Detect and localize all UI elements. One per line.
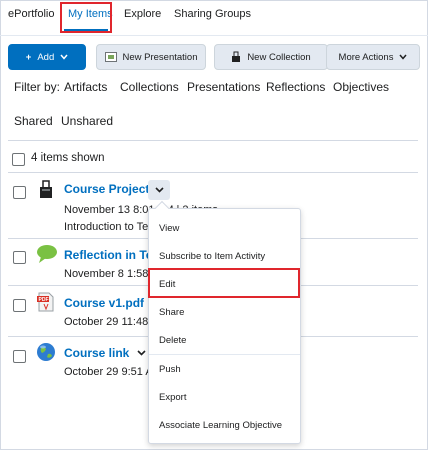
chevron-down-icon xyxy=(60,54,68,60)
more-actions-button[interactable]: More Actions xyxy=(326,44,420,70)
new-collection-label: New Collection xyxy=(247,51,311,63)
new-presentation-label: New Presentation xyxy=(122,51,198,63)
chevron-down-icon[interactable] xyxy=(137,350,146,356)
item-actions-menu: View Subscribe to Item Activity Edit Sha… xyxy=(148,200,301,444)
item-title-course-link[interactable]: Course link xyxy=(64,346,129,360)
item-title-reflection[interactable]: Reflection in Tec xyxy=(64,248,159,262)
menu-item-push[interactable]: Push xyxy=(159,364,181,375)
filter-reflections[interactable]: Reflections xyxy=(266,80,325,94)
item-checkbox[interactable] xyxy=(13,299,26,312)
add-label: Add xyxy=(37,51,55,63)
items-count: 4 items shown xyxy=(31,152,105,164)
menu-separator xyxy=(149,354,300,355)
menu-item-delete[interactable]: Delete xyxy=(159,335,186,346)
pdf-file-icon: PDF xyxy=(37,292,54,312)
edit-highlight-box xyxy=(148,268,300,298)
new-collection-button[interactable]: New Collection xyxy=(214,44,328,70)
more-actions-label: More Actions xyxy=(338,51,394,63)
svg-text:PDF: PDF xyxy=(39,297,49,303)
menu-item-export[interactable]: Export xyxy=(159,392,186,403)
plus-icon: + xyxy=(25,51,32,63)
item-description: Introduction to Te xyxy=(64,221,149,233)
filter-label: Filter by: xyxy=(14,80,61,94)
tab-eportfolio[interactable]: ePortfolio xyxy=(8,8,54,20)
new-presentation-button[interactable]: New Presentation xyxy=(96,44,206,70)
filter-shared[interactable]: Shared xyxy=(14,114,53,128)
binder-clip-icon xyxy=(40,180,52,198)
select-all-checkbox[interactable] xyxy=(12,153,25,166)
filter-artifacts[interactable]: Artifacts xyxy=(64,80,107,94)
item-checkbox[interactable] xyxy=(13,350,26,363)
item-date: October 29 9:51 A xyxy=(64,366,153,378)
my-items-highlight-box xyxy=(60,2,112,33)
divider xyxy=(8,140,418,141)
chevron-down-icon xyxy=(399,54,408,60)
menu-item-share[interactable]: Share xyxy=(159,307,184,318)
divider xyxy=(8,172,418,173)
globe-icon xyxy=(37,343,55,361)
menu-item-associate-objective[interactable]: Associate Learning Objective xyxy=(159,420,282,431)
menu-item-view[interactable]: View xyxy=(159,223,179,234)
item-title-course-pdf[interactable]: Course v1.pdf xyxy=(64,296,144,310)
filter-unshared[interactable]: Unshared xyxy=(61,114,113,128)
add-button[interactable]: + Add xyxy=(8,44,86,70)
item-date: November 8 1:58 xyxy=(64,268,149,280)
item-actions-button[interactable] xyxy=(148,180,170,200)
item-title-course-project[interactable]: Course Project xyxy=(64,182,149,196)
menu-item-subscribe[interactable]: Subscribe to Item Activity xyxy=(159,251,265,262)
tab-explore[interactable]: Explore xyxy=(124,8,161,20)
tab-sharing-groups[interactable]: Sharing Groups xyxy=(174,8,251,20)
item-checkbox[interactable] xyxy=(13,251,26,264)
item-date: October 29 11:48 xyxy=(64,316,149,328)
speech-bubble-icon xyxy=(37,245,57,263)
item-checkbox[interactable] xyxy=(13,186,26,199)
presentation-icon xyxy=(104,52,117,62)
filter-objectives[interactable]: Objectives xyxy=(333,80,389,94)
binder-clip-icon xyxy=(232,51,241,62)
filter-collections[interactable]: Collections xyxy=(120,80,179,94)
chevron-down-icon xyxy=(154,187,164,193)
filter-presentations[interactable]: Presentations xyxy=(187,80,260,94)
